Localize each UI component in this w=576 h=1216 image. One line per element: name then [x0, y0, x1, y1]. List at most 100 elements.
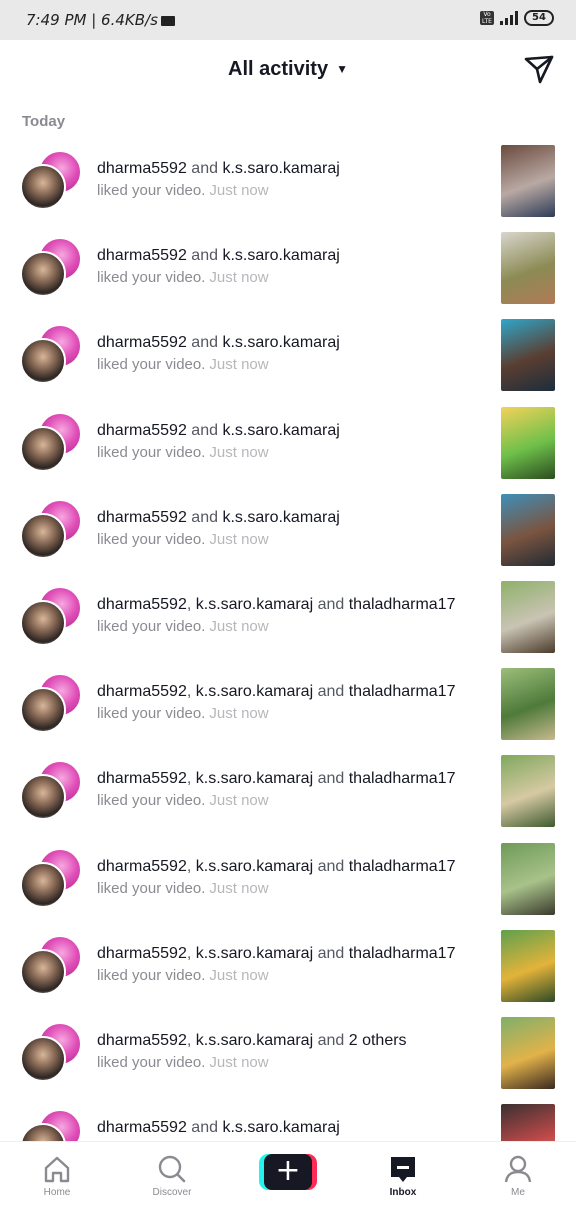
avatar[interactable]	[20, 1035, 66, 1082]
notification-row[interactable]: dharma5592, k.s.saro.kamaraj and thaladh…	[0, 838, 576, 925]
notification-list[interactable]: dharma5592 and k.s.saro.kamaraj liked you…	[0, 140, 576, 1141]
username-link[interactable]: k.s.saro.kamaraj	[222, 247, 339, 264]
separator-text: and	[317, 683, 345, 701]
avatar-stack[interactable]	[20, 237, 84, 298]
notification-text: dharma5592, k.s.saro.kamaraj and 2 other…	[97, 1032, 492, 1071]
notification-row[interactable]: dharma5592 and k.s.saro.kamaraj liked you…	[0, 314, 576, 401]
username-link[interactable]: dharma5592	[97, 596, 187, 613]
nav-discover[interactable]: Discover	[132, 1154, 212, 1198]
timestamp: Just now	[209, 182, 269, 199]
video-thumbnail[interactable]	[501, 929, 555, 1002]
username-link[interactable]: dharma5592	[97, 1032, 187, 1049]
nav-home-label: Home	[43, 1187, 71, 1198]
video-thumbnail[interactable]	[501, 145, 555, 217]
username-link[interactable]: dharma5592	[97, 509, 187, 526]
username-link[interactable]: k.s.saro.kamaraj	[196, 945, 313, 962]
avatar[interactable]	[20, 251, 66, 298]
username-link[interactable]: thaladharma17	[349, 683, 456, 700]
username-link[interactable]: dharma5592	[97, 858, 187, 875]
username-link[interactable]: dharma5592	[97, 334, 187, 351]
video-thumbnail[interactable]	[501, 580, 555, 653]
username-link[interactable]: k.s.saro.kamaraj	[222, 334, 339, 351]
video-thumbnail[interactable]	[501, 232, 555, 305]
timestamp: Just now	[209, 356, 269, 374]
avatar-stack[interactable]	[20, 1021, 84, 1082]
video-thumbnail[interactable]	[501, 1104, 555, 1141]
username-link[interactable]: dharma5592	[97, 770, 187, 787]
username-link[interactable]: thaladharma17	[349, 945, 456, 962]
avatar[interactable]	[20, 861, 66, 908]
nav-inbox-label: Inbox	[389, 1187, 417, 1198]
notification-row[interactable]: dharma5592 and k.s.saro.kamaraj liked you…	[0, 140, 576, 227]
username-link[interactable]: 2 others	[349, 1032, 407, 1049]
avatar[interactable]	[20, 774, 66, 821]
avatar-stack[interactable]	[20, 150, 84, 210]
notification-row[interactable]: dharma5592, k.s.saro.kamaraj and thaladh…	[0, 925, 576, 1012]
username-link[interactable]: thaladharma17	[349, 596, 456, 613]
timestamp: Just now	[209, 269, 269, 287]
avatar[interactable]	[20, 164, 66, 210]
username-link[interactable]: thaladharma17	[349, 858, 456, 875]
create-button[interactable]: +	[259, 1154, 317, 1190]
separator-text: and	[191, 421, 218, 439]
username-link[interactable]: dharma5592	[97, 422, 187, 439]
video-thumbnail[interactable]	[501, 406, 555, 479]
notification-row[interactable]: dharma5592 and k.s.saro.kamaraj liked you…	[0, 227, 576, 314]
username-link[interactable]: k.s.saro.kamaraj	[196, 596, 313, 613]
video-thumbnail[interactable]	[501, 1016, 555, 1089]
notification-row[interactable]: dharma5592, k.s.saro.kamaraj and thaladh…	[0, 750, 576, 837]
notification-row[interactable]: dharma5592 and k.s.saro.kamaraj	[0, 1099, 576, 1141]
username-link[interactable]: k.s.saro.kamaraj	[222, 509, 339, 526]
username-link[interactable]: k.s.saro.kamaraj	[222, 1119, 339, 1136]
username-link[interactable]: k.s.saro.kamaraj	[222, 160, 339, 177]
avatar[interactable]	[20, 687, 66, 734]
video-thumbnail[interactable]	[501, 493, 555, 566]
video-thumbnail[interactable]	[501, 319, 555, 392]
separator-text: ,	[186, 1031, 192, 1049]
avatar-stack[interactable]	[20, 934, 84, 995]
nav-me[interactable]: Me	[478, 1154, 558, 1198]
video-thumbnail[interactable]	[501, 668, 555, 741]
notification-row[interactable]: dharma5592 and k.s.saro.kamaraj liked you…	[0, 402, 576, 489]
username-link[interactable]: dharma5592	[97, 945, 187, 962]
send-icon[interactable]	[522, 52, 556, 86]
video-thumbnail[interactable]	[501, 842, 555, 915]
avatar[interactable]	[20, 948, 66, 995]
username-link[interactable]: thaladharma17	[349, 770, 456, 787]
avatar-stack[interactable]	[20, 847, 84, 908]
notification-row[interactable]: dharma5592, k.s.saro.kamaraj and thaladh…	[0, 576, 576, 663]
username-link[interactable]: k.s.saro.kamaraj	[196, 683, 313, 700]
separator-text: ,	[186, 857, 192, 875]
avatar[interactable]	[20, 599, 66, 646]
video-thumbnail[interactable]	[501, 755, 555, 828]
username-link[interactable]: k.s.saro.kamaraj	[196, 770, 313, 787]
avatar-stack[interactable]	[20, 673, 84, 734]
activity-filter-dropdown[interactable]: All activity ▼	[0, 58, 576, 81]
username-link[interactable]: k.s.saro.kamaraj	[196, 858, 313, 875]
avatar-stack[interactable]	[20, 411, 84, 472]
notification-users: dharma5592, k.s.saro.kamaraj and thaladh…	[97, 596, 492, 614]
nav-home[interactable]: Home	[17, 1154, 97, 1198]
plus-icon: +	[264, 1154, 312, 1190]
username-link[interactable]: k.s.saro.kamaraj	[222, 422, 339, 439]
nav-inbox[interactable]: Inbox	[363, 1154, 443, 1198]
action-text: liked your video.	[97, 966, 206, 984]
avatar-stack[interactable]	[20, 498, 84, 559]
notification-row[interactable]: dharma5592 and k.s.saro.kamaraj liked you…	[0, 489, 576, 576]
username-link[interactable]: dharma5592	[97, 683, 187, 700]
avatar[interactable]	[20, 512, 66, 559]
username-link[interactable]: dharma5592	[97, 160, 187, 177]
notification-text: dharma5592, k.s.saro.kamaraj and thaladh…	[97, 945, 492, 984]
notification-row[interactable]: dharma5592, k.s.saro.kamaraj and 2 other…	[0, 1012, 576, 1099]
avatar-stack[interactable]	[20, 585, 84, 646]
username-link[interactable]: k.s.saro.kamaraj	[196, 1032, 313, 1049]
avatar-stack[interactable]	[20, 760, 84, 821]
username-link[interactable]: dharma5592	[97, 1119, 187, 1136]
nav-discover-label: Discover	[152, 1187, 192, 1198]
avatar-stack[interactable]	[20, 324, 84, 385]
avatar[interactable]	[20, 425, 66, 472]
username-link[interactable]: dharma5592	[97, 247, 187, 264]
avatar-stack[interactable]	[20, 1109, 84, 1141]
avatar[interactable]	[20, 338, 66, 385]
notification-row[interactable]: dharma5592, k.s.saro.kamaraj and thaladh…	[0, 663, 576, 750]
